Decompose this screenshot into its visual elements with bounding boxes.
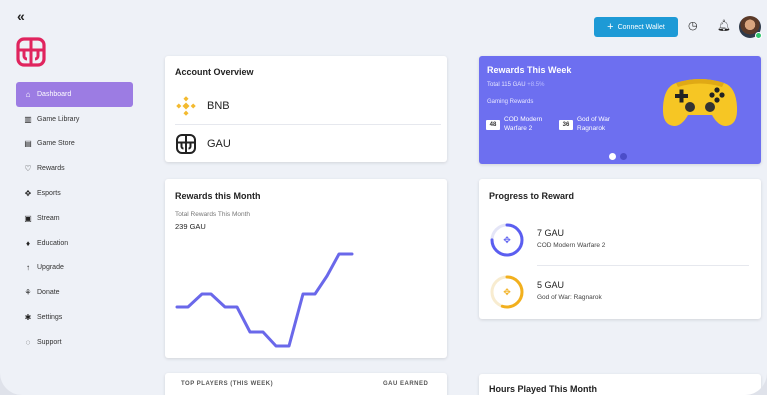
connect-wallet-label: Connect Wallet xyxy=(617,23,665,31)
rewards-week-change: +8.5% xyxy=(527,82,545,88)
rewards-week-total-value: Total 115 GAU xyxy=(487,82,526,88)
sidebar-item-label: Donate xyxy=(37,289,60,297)
sidebar-item-label: Game Library xyxy=(37,115,80,123)
carousel-dot[interactable] xyxy=(620,153,627,160)
progress-amount: 5 GAU xyxy=(537,280,565,290)
sidebar-item-label: Support xyxy=(37,338,62,346)
sidebar-item-education[interactable]: ♦ Education xyxy=(16,231,133,256)
sidebar-item-rewards[interactable]: ♡ Rewards xyxy=(16,156,133,181)
top-players-card: TOP PLAYERS (THIS WEEK) GAU EARNED xyxy=(165,373,447,395)
progress-card: Progress to Reward ✥ 7 GAU COD Modern Wa… xyxy=(479,179,761,319)
sidebar-item-donate[interactable]: ⚘ Donate xyxy=(16,280,133,305)
sidebar-nav: ⌂ Dashboard ▥ Game Library ▤ Game Store ♡ Rewar… xyxy=(16,82,133,355)
sidebar-item-upgrade[interactable]: ↑ Upgrade xyxy=(16,256,133,281)
sidebar-item-esports[interactable]: ✥ Esports xyxy=(16,181,133,206)
graduation-cap-icon: ♦ xyxy=(25,238,31,248)
gau-earned-header: GAU EARNED xyxy=(383,381,429,387)
sidebar-item-stream[interactable]: ▣ Stream xyxy=(16,206,133,231)
account-row-gau[interactable]: GAU xyxy=(175,126,441,162)
reward-badge: 36 xyxy=(559,120,573,130)
rewards-month-line-chart xyxy=(175,252,354,348)
heart-icon: ♡ xyxy=(24,164,32,174)
progress-ring: ✥ xyxy=(490,223,524,257)
rewards-week-total: Total 115 GAU +8.5% xyxy=(487,82,544,88)
clock-icon[interactable]: ◷ xyxy=(688,19,698,32)
progress-item[interactable]: ✥ 7 GAU COD Modern Warfare 2 xyxy=(489,219,751,261)
store-icon: ▤ xyxy=(24,139,32,149)
sidebar-item-label: Upgrade xyxy=(37,264,64,272)
sidebar-item-support[interactable]: ◌ Support xyxy=(16,330,133,355)
progress-item[interactable]: ✥ 5 GAU God of War: Ragnarok xyxy=(489,271,751,313)
rewards-week-title: Rewards This Week xyxy=(487,65,572,75)
rewards-month-card: Rewards this Month Total Rewards This Mo… xyxy=(165,179,447,358)
plus-icon: + xyxy=(607,21,614,33)
reward-badge: 48 xyxy=(486,120,500,130)
divider xyxy=(175,124,441,125)
top-players-header: TOP PLAYERS (THIS WEEK) xyxy=(181,381,274,387)
progress-game: God of War: Ragnarok xyxy=(537,294,602,301)
connect-wallet-button[interactable]: + Connect Wallet xyxy=(594,17,678,37)
rewards-week-card: Rewards This Week Total 115 GAU +8.5% Ga… xyxy=(479,56,761,164)
online-status-dot xyxy=(755,32,762,39)
carousel-dot-active[interactable] xyxy=(609,153,616,160)
reward-game-name: God of War Ragnarok xyxy=(577,116,610,132)
sidebar-item-label: Rewards xyxy=(37,165,65,173)
gamepad-illustration xyxy=(662,79,738,126)
gau-coin-icon xyxy=(176,134,196,154)
reward-game-name: COD Modern Warfare 2 xyxy=(504,116,543,132)
account-row-label: GAU xyxy=(207,138,231,150)
home-icon: ⌂ xyxy=(25,89,31,99)
sidebar: « ⌂ Dashboard ▥ Game Library ▤ Game Store ♡ Rew… xyxy=(0,0,150,395)
svg-text:✥: ✥ xyxy=(503,287,511,297)
divider xyxy=(537,265,749,266)
account-row-label: BNB xyxy=(207,100,230,112)
donate-icon: ⚘ xyxy=(24,288,32,298)
sidebar-item-settings[interactable]: ✱ Settings xyxy=(16,305,133,330)
account-overview-card: Account Overview BNB GAU xyxy=(165,56,447,162)
sidebar-item-label: Education xyxy=(37,239,69,247)
sidebar-item-dashboard[interactable]: ⌂ Dashboard xyxy=(16,82,133,107)
chevrons-left-icon[interactable]: « xyxy=(17,8,25,24)
support-icon: ◌ xyxy=(25,337,31,347)
sidebar-item-label: Settings xyxy=(37,314,63,322)
library-icon: ▥ xyxy=(24,114,32,124)
arrow-up-icon: ↑ xyxy=(26,263,30,273)
account-overview-title: Account Overview xyxy=(175,67,254,77)
gaming-rewards-label: Gaming Rewards xyxy=(487,99,534,105)
hours-played-title: Hours Played This Month xyxy=(489,384,598,394)
sidebar-item-game-library[interactable]: ▥ Game Library xyxy=(16,107,133,132)
sidebar-item-label: Dashboard xyxy=(37,90,72,98)
progress-game: COD Modern Warfare 2 xyxy=(537,242,606,249)
progress-title: Progress to Reward xyxy=(489,191,575,201)
gamepad-icon: ✥ xyxy=(24,189,32,199)
sidebar-item-label: Esports xyxy=(37,190,61,198)
app-logo xyxy=(16,37,46,67)
screen-icon: ▣ xyxy=(24,213,32,223)
sidebar-item-label: Game Store xyxy=(37,140,75,148)
sidebar-item-game-store[interactable]: ▤ Game Store xyxy=(16,132,133,157)
bnb-coin-icon xyxy=(176,96,196,116)
svg-text:✥: ✥ xyxy=(503,235,511,245)
hours-played-card: Hours Played This Month xyxy=(479,374,761,395)
account-row-bnb[interactable]: BNB xyxy=(175,88,441,124)
rewards-month-line xyxy=(175,252,354,348)
progress-ring: ✥ xyxy=(490,275,524,309)
bell-icon[interactable]: 🔔︎ xyxy=(717,19,731,32)
avatar[interactable] xyxy=(739,16,762,39)
gear-icon: ✱ xyxy=(24,313,32,323)
app-frame: « ⌂ Dashboard ▥ Game Library ▤ Game Store ♡ Rew… xyxy=(0,0,767,395)
progress-amount: 7 GAU xyxy=(537,228,565,238)
sidebar-item-label: Stream xyxy=(37,214,60,222)
